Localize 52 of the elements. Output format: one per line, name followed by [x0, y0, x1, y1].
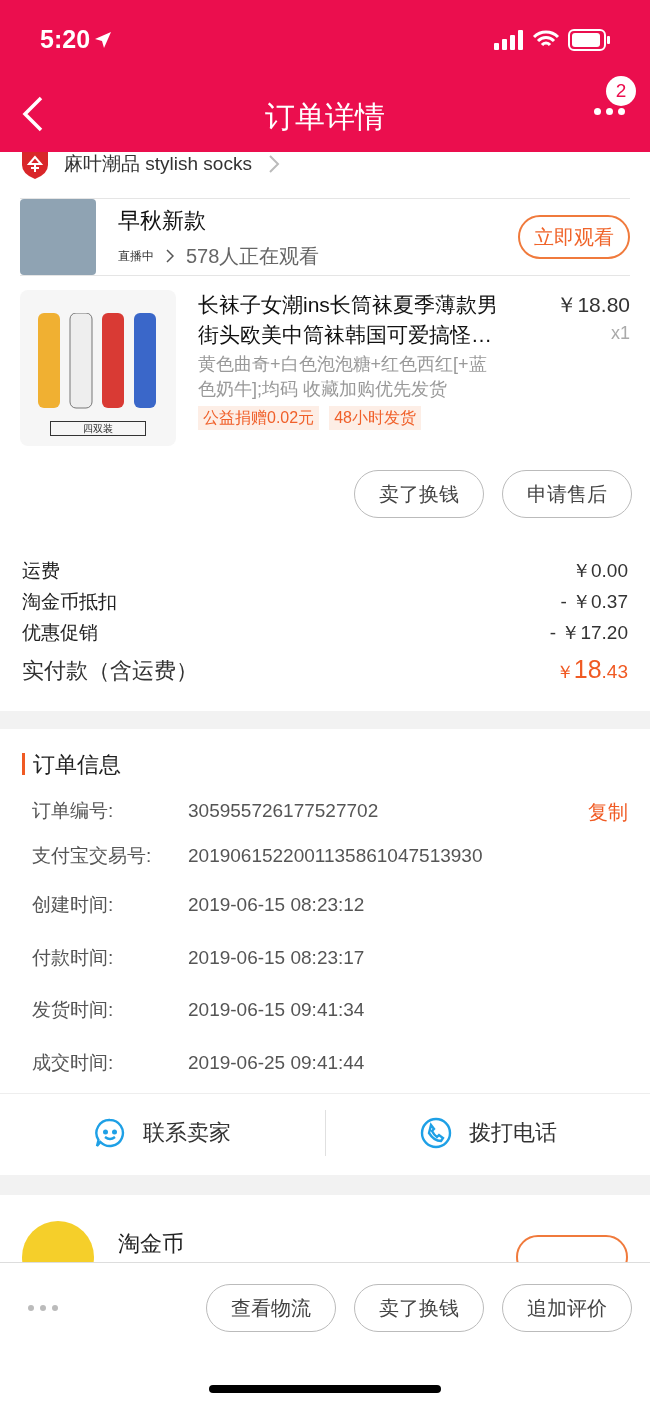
product-tag: 48小时发货	[329, 406, 421, 430]
info-value: 2019-06-15 08:23:12	[188, 893, 366, 917]
live-status: 直播中	[118, 247, 154, 265]
shop-name[interactable]: 麻叶潮品 stylish socks	[64, 152, 252, 179]
fee-label: 优惠促销	[22, 621, 98, 646]
fee-value: ￥0.00	[572, 559, 628, 584]
fee-label: 淘金币抵扣	[22, 590, 117, 615]
battery-icon	[568, 29, 610, 51]
info-label: 支付宝交易号:	[32, 844, 153, 869]
info-value: 2019-06-25 09:41:44	[188, 1050, 366, 1075]
product-price: ￥18.80	[556, 292, 630, 318]
notification-badge: 2	[606, 76, 636, 106]
section-accent-bar	[22, 753, 25, 775]
live-thumbnail-photo-placeholder[interactable]	[20, 199, 96, 275]
page-title: 订单详情	[265, 98, 385, 135]
fee-value: - ￥0.37	[560, 590, 628, 615]
back-button[interactable]	[22, 96, 44, 132]
signal-icon	[494, 30, 524, 50]
phone-icon	[418, 1115, 453, 1150]
back-chevron-icon	[22, 96, 44, 132]
info-label: 创建时间:	[32, 893, 115, 917]
product-tag: 公益捐赠0.02元	[198, 406, 320, 430]
info-value: 2019061522001135861047513930	[188, 844, 484, 869]
more-dots-icon	[594, 107, 625, 115]
info-value: 2019-06-15 08:23:17	[188, 945, 366, 970]
info-label: 订单编号:	[32, 799, 115, 824]
location-arrow-icon	[94, 31, 113, 49]
info-label: 付款时间:	[32, 945, 115, 970]
chevron-right-icon	[267, 154, 280, 174]
status-time: 5:20	[40, 24, 91, 56]
chevron-right-icon	[166, 248, 174, 263]
viewer-count: 578人正在观看	[186, 243, 320, 269]
fee-value: - ￥17.20	[549, 621, 628, 646]
section-title: 订单信息	[33, 750, 121, 779]
live-title: 早秋新款	[118, 206, 207, 235]
info-label: 发货时间:	[32, 998, 115, 1022]
product-image[interactable]: 四双装	[20, 290, 176, 446]
fee-label: 运费	[22, 559, 60, 584]
product-quantity: x1	[611, 322, 630, 345]
product-title[interactable]: 长袜子女潮ins长筒袜夏季薄款男街头欧美中筒袜韩国可爱搞怪…	[198, 290, 516, 350]
contact-button[interactable]: 联系卖家	[0, 1115, 325, 1150]
contact-button[interactable]: 拨打电话	[325, 1115, 650, 1150]
total-amount: ￥18.43	[555, 654, 628, 686]
info-value: 2019-06-15 09:41:34	[188, 998, 366, 1022]
more-dots-icon[interactable]	[28, 1305, 58, 1311]
info-value: 305955726177527702	[188, 799, 380, 824]
coins-title: 淘金币	[118, 1230, 184, 1258]
shop-shield-icon	[22, 152, 48, 179]
product-spec: 黄色曲奇+白色泡泡糖+红色西红[+蓝色奶牛];均码 收藏加购优先发货	[198, 353, 488, 401]
image-caption: 四双装	[50, 421, 146, 436]
info-label: 成交时间:	[32, 1050, 115, 1075]
total-label: 实付款（含运费）	[22, 656, 198, 685]
